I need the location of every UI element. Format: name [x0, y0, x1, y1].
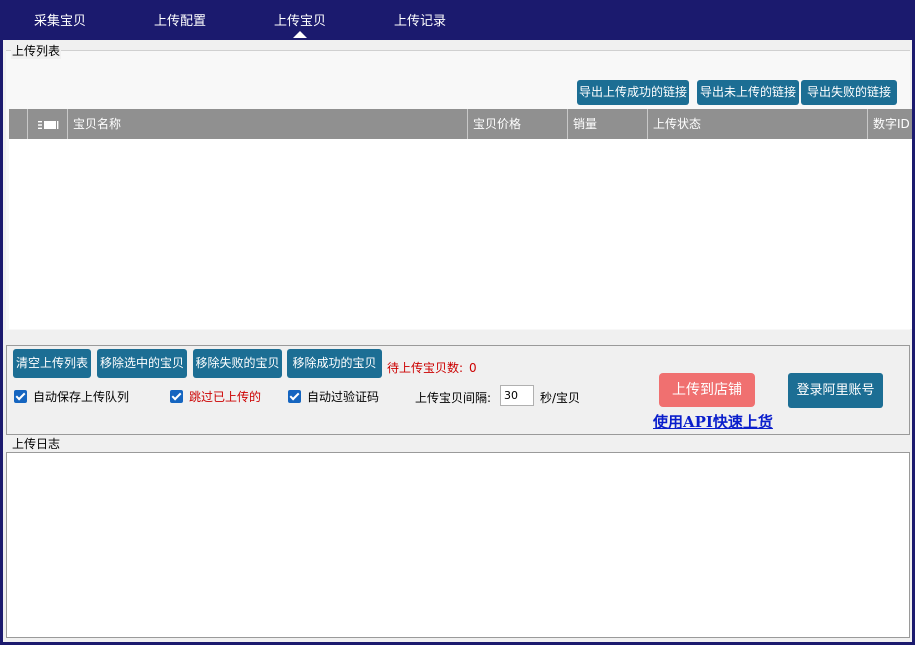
- option-label: 跳过已上传的: [189, 390, 262, 404]
- option-label: 自动过验证码: [307, 390, 380, 404]
- upload-table-body[interactable]: [9, 139, 912, 329]
- api-fast-upload-link[interactable]: 使用API快速上货: [653, 411, 773, 432]
- tab-upload-items[interactable]: 上传宝贝: [274, 10, 327, 38]
- tab-collect[interactable]: 采集宝贝: [34, 10, 86, 29]
- upload-list-title: 上传列表: [11, 42, 62, 59]
- select-all-icon: [37, 120, 58, 129]
- checkbox-checked-icon[interactable]: [14, 390, 27, 403]
- clear-upload-list-button[interactable]: 清空上传列表: [13, 349, 91, 378]
- upload-list-panel: 导出上传成功的链接 导出未上传的链接 导出失败的链接 宝贝名称 宝贝价格 销量 …: [6, 50, 912, 349]
- skip-uploaded-option[interactable]: 跳过已上传的: [170, 388, 261, 405]
- remove-success-items-button[interactable]: 移除成功的宝贝: [287, 349, 382, 378]
- pending-count-text: 待上传宝贝数: 0: [387, 359, 477, 376]
- active-tab-caret-icon: [293, 31, 307, 38]
- column-header-item-name[interactable]: 宝贝名称: [67, 109, 467, 139]
- row-indicator-header: [9, 109, 27, 139]
- interval-label: 上传宝贝间隔:: [415, 391, 492, 405]
- auto-captcha-option[interactable]: 自动过验证码: [288, 388, 379, 405]
- tab-label: 采集宝贝: [34, 14, 87, 29]
- checkbox-checked-icon[interactable]: [170, 390, 183, 403]
- tab-upload-history[interactable]: 上传记录: [394, 10, 446, 29]
- export-not-uploaded-links-button[interactable]: 导出未上传的链接: [697, 80, 799, 105]
- upload-table-header: 宝贝名称 宝贝价格 销量 上传状态 数字ID: [9, 109, 912, 139]
- option-label: 自动保存上传队列: [33, 390, 130, 404]
- checkbox-checked-icon[interactable]: [288, 390, 301, 403]
- pending-count-label: 待上传宝贝数:: [387, 361, 464, 375]
- export-failed-links-button[interactable]: 导出失败的链接: [801, 80, 897, 105]
- interval-unit: 秒/宝贝: [540, 391, 581, 405]
- export-success-links-button[interactable]: 导出上传成功的链接: [577, 80, 689, 105]
- tab-label: 上传配置: [154, 14, 207, 29]
- column-header-sales[interactable]: 销量: [567, 109, 647, 139]
- remove-selected-items-button[interactable]: 移除选中的宝贝: [97, 349, 187, 378]
- column-header-upload-status[interactable]: 上传状态: [647, 109, 867, 139]
- auto-save-queue-option[interactable]: 自动保存上传队列: [14, 388, 129, 405]
- column-header-item-price[interactable]: 宝贝价格: [467, 109, 567, 139]
- login-ali-account-button[interactable]: 登录阿里账号: [788, 373, 883, 408]
- top-nav: 采集宝贝 上传配置 上传宝贝 上传记录: [0, 0, 915, 40]
- upload-to-store-button[interactable]: 上传到店铺: [659, 373, 755, 407]
- tab-label: 上传记录: [394, 14, 447, 29]
- upload-log-title: 上传日志: [11, 435, 62, 452]
- upload-log-textarea[interactable]: [6, 452, 910, 638]
- main-content: 导出上传成功的链接 导出未上传的链接 导出失败的链接 宝贝名称 宝贝价格 销量 …: [3, 40, 912, 642]
- action-panel: 清空上传列表 移除选中的宝贝 移除失败的宝贝 移除成功的宝贝 待上传宝贝数: 0 …: [6, 345, 910, 435]
- pending-count-value: 0: [469, 361, 477, 375]
- tab-label: 上传宝贝: [274, 14, 327, 29]
- remove-failed-items-button[interactable]: 移除失败的宝贝: [193, 349, 282, 378]
- interval-input[interactable]: [500, 385, 534, 406]
- tab-upload-config[interactable]: 上传配置: [154, 10, 206, 29]
- select-column-header[interactable]: [27, 109, 67, 139]
- column-header-numeric-id[interactable]: 数字ID: [867, 109, 912, 139]
